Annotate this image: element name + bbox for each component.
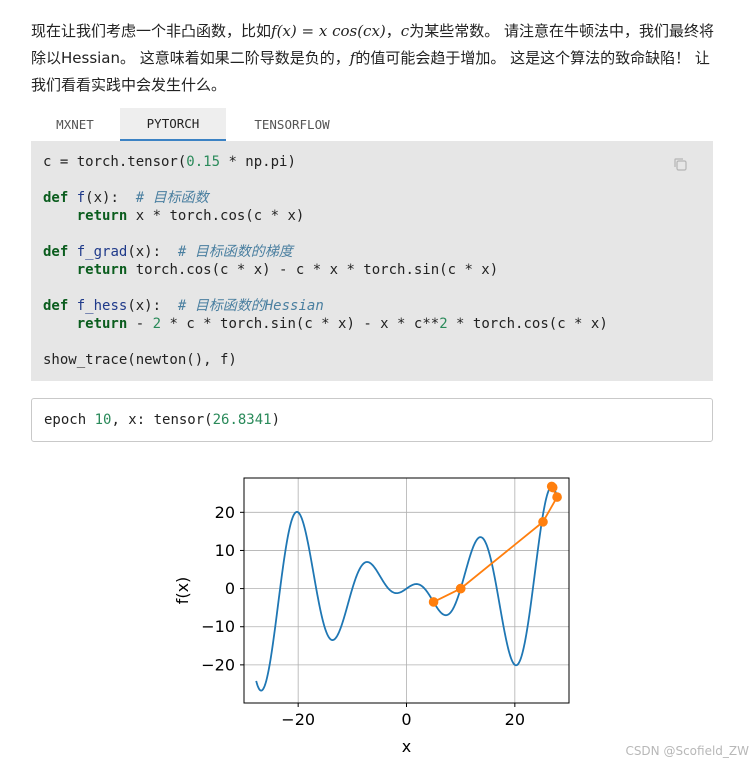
watermark: CSDN @Scofield_ZW	[625, 744, 749, 758]
output-text: epoch 10, x: tensor(26.8341)	[44, 412, 281, 428]
tab-tensorflow[interactable]: TENSORFLOW	[227, 108, 357, 141]
x-tick-label-2: 20	[505, 710, 525, 729]
x-axis-label: x	[402, 737, 411, 756]
trace-point-2	[455, 583, 466, 594]
y-tick-label-2: 0	[225, 579, 235, 598]
intro-c-var: c	[400, 22, 410, 40]
framework-tabs: MXNET PYTORCH TENSORFLOW	[31, 108, 713, 142]
y-tick-label-3: 10	[215, 541, 235, 560]
intro-text-2: ，	[385, 22, 401, 40]
x-tick-label-0: −20	[281, 710, 315, 729]
trace-point-6	[547, 482, 558, 493]
x-tick-label-1: 0	[401, 710, 411, 729]
copy-icon[interactable]	[673, 157, 687, 171]
y-axis-label: f(x)	[173, 577, 192, 605]
y-tick-label-0: −20	[201, 655, 235, 674]
intro-paragraph: 现在让我们考虑一个非凸函数，比如f(x) = x cos(cx)，c为某些常数。…	[31, 18, 721, 99]
newton-trace-chart: −20 0 20 −20 −10 0 10 20 x f(x)	[173, 477, 570, 756]
y-tick-label-4: 20	[215, 503, 235, 522]
trace-point-4	[552, 492, 562, 502]
code-block: c = torch.tensor(0.15 * np.pi) def f(x):…	[31, 142, 713, 381]
intro-text-1: 现在让我们考虑一个非凸函数，比如	[31, 22, 272, 40]
code-text: c = torch.tensor(0.15 * np.pi) def f(x):…	[43, 154, 608, 368]
tab-pytorch[interactable]: PYTORCH	[120, 108, 226, 141]
intro-formula: f(x) = x cos(cx)	[271, 22, 386, 40]
tab-mxnet[interactable]: MXNET	[31, 108, 119, 141]
trace-point-3	[538, 517, 548, 527]
trace-point-1	[428, 597, 439, 607]
output-block: epoch 10, x: tensor(26.8341)	[31, 398, 713, 442]
y-tick-label-1: −10	[201, 617, 235, 636]
